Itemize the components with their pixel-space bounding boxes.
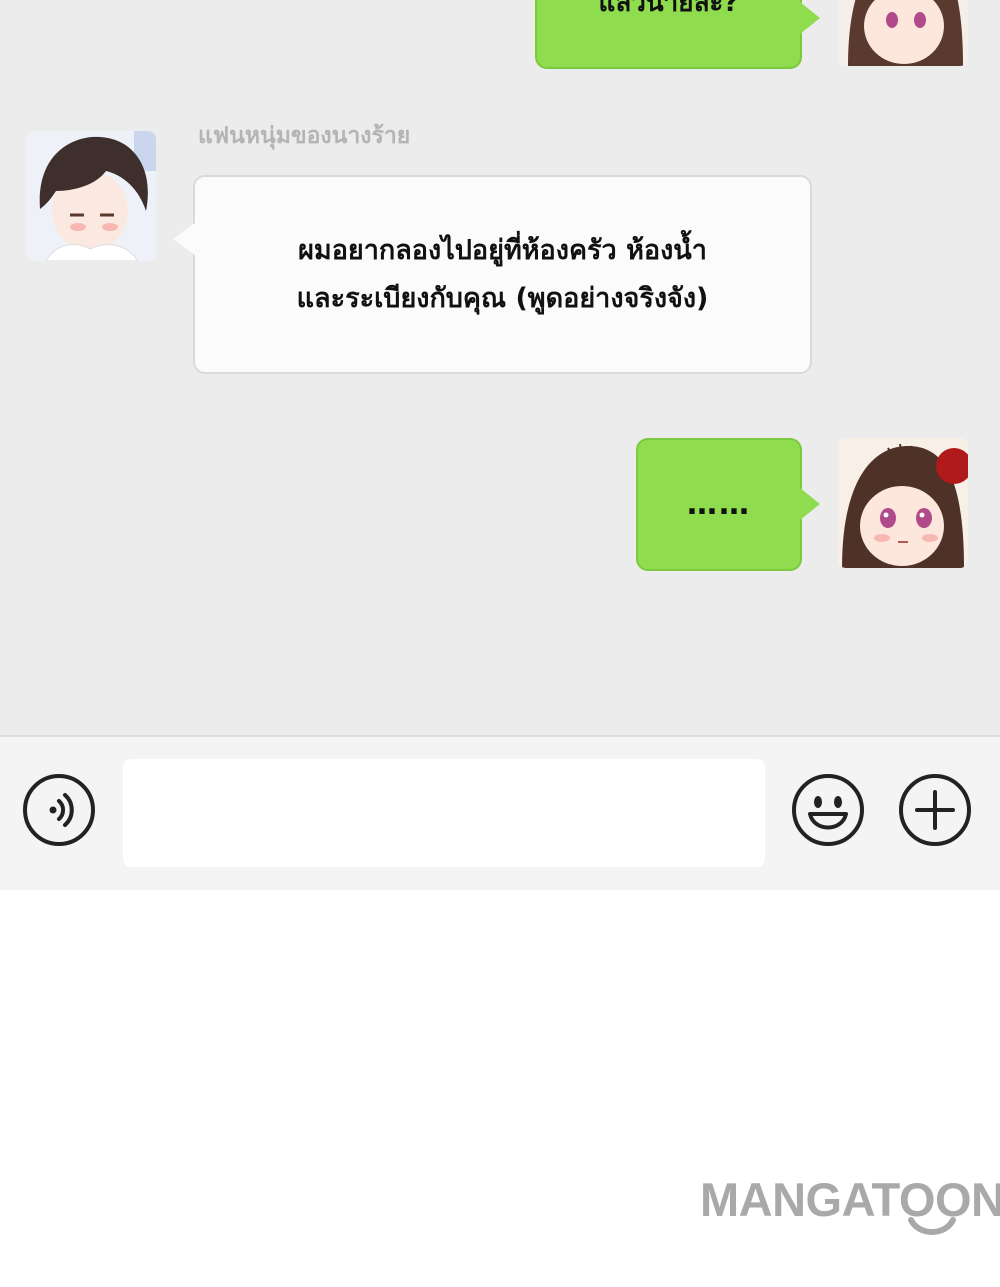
voice-icon xyxy=(49,793,74,827)
message-text-line: ผมอยากลองไปอยู่ที่ห้องครัว ห้องน้ำ xyxy=(298,234,707,266)
message-bubble-other[interactable]: ผมอยากลองไปอยู่ที่ห้องครัว ห้องน้ำ และระ… xyxy=(173,175,812,374)
message-bubble-own[interactable]: แล้วนายล่ะ? xyxy=(535,0,820,69)
girl-avatar[interactable] xyxy=(838,0,968,66)
message-text: …… xyxy=(687,487,751,522)
watermark-logo: MANGATOON xyxy=(700,1172,1000,1242)
girl-avatar[interactable] xyxy=(838,438,968,568)
add-button[interactable] xyxy=(899,774,971,846)
sender-name: แฟนหนุ่มของนางร้าย xyxy=(198,123,411,149)
smile-icon xyxy=(908,1217,956,1235)
message-bubble-own[interactable]: …… xyxy=(636,438,820,571)
message-text-line: และระเบียงกับคุณ (พูดอย่างจริงจัง) xyxy=(296,282,709,314)
message-input[interactable] xyxy=(123,759,765,867)
input-bar xyxy=(0,735,1000,890)
emoji-icon xyxy=(808,796,848,830)
emoji-button[interactable] xyxy=(792,774,864,846)
message-text: แล้วนายล่ะ? xyxy=(598,0,739,18)
boy-avatar[interactable] xyxy=(26,131,156,261)
plus-icon xyxy=(915,790,955,830)
voice-button[interactable] xyxy=(23,774,95,846)
chat-area: แล้วนายล่ะ? แฟนหนุ่มของนางร้าย ผมอยากลอง… xyxy=(0,0,1000,735)
